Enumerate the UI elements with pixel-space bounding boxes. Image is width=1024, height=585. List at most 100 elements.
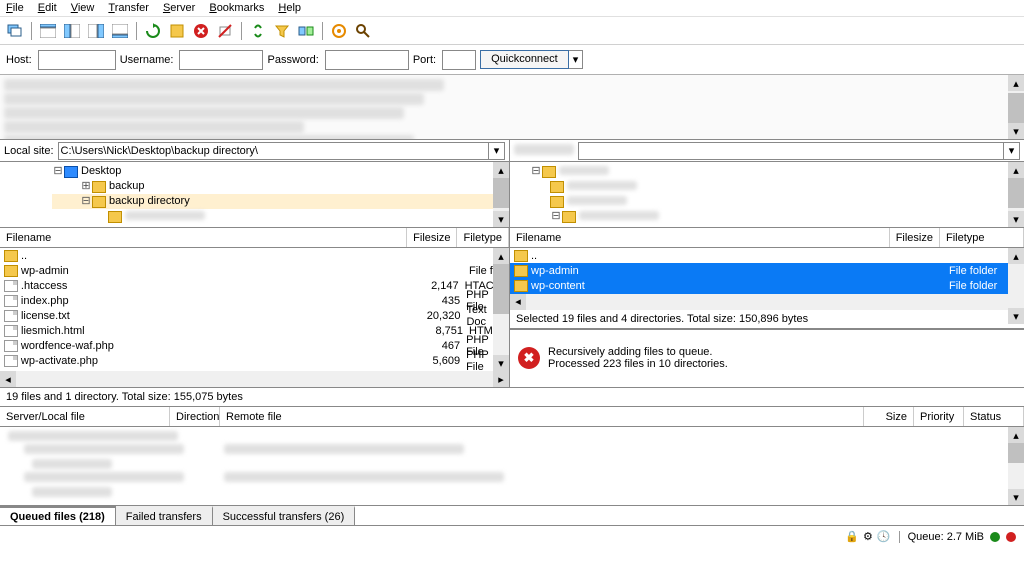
host-input[interactable] xyxy=(38,50,116,70)
toggle-log-icon[interactable] xyxy=(37,20,59,42)
toolbar xyxy=(0,17,1024,45)
cancel-icon[interactable] xyxy=(190,20,212,42)
queue-body[interactable]: ▴▾ xyxy=(0,427,1024,505)
local-site-input[interactable] xyxy=(58,142,489,160)
local-site-label: Local site: xyxy=(4,145,54,157)
col-direction[interactable]: Direction xyxy=(170,407,220,426)
tree-item-desktop[interactable]: Desktop xyxy=(81,164,121,179)
remote-site-input[interactable] xyxy=(578,142,1004,160)
message-log: ▴ ▾ xyxy=(0,75,1024,140)
remote-site-label xyxy=(514,144,574,155)
gear-icon: ⚙ xyxy=(863,530,873,543)
log-scrollbar[interactable]: ▴ ▾ xyxy=(1008,75,1024,139)
col-filename-r[interactable]: Filename xyxy=(510,228,890,247)
col-filename[interactable]: Filename xyxy=(0,228,407,247)
col-filesize-r[interactable]: Filesize xyxy=(890,228,940,247)
toggle-queue-icon[interactable] xyxy=(109,20,131,42)
col-status[interactable]: Status xyxy=(964,407,1024,426)
local-scroll-h[interactable]: ◂▸ xyxy=(0,371,509,387)
local-scroll-v[interactable]: ▴▾ xyxy=(493,248,509,371)
list-item[interactable]: .. xyxy=(0,248,509,263)
status-dot-green xyxy=(990,532,1000,542)
remote-site-dropdown[interactable]: ▾ xyxy=(1004,142,1020,160)
queue-scroll-v[interactable]: ▴▾ xyxy=(1008,427,1024,505)
list-item[interactable]: wp-adminFile folder xyxy=(510,263,1024,278)
host-label: Host: xyxy=(6,54,32,66)
local-tree[interactable]: ⊟Desktop ⊞backup ⊟backup directory ▴ ▾ xyxy=(0,162,509,227)
list-item[interactable]: license.txt20,320Text Doc xyxy=(0,308,509,323)
tree-item-backup[interactable]: backup xyxy=(109,179,144,194)
list-item[interactable]: wp-adminFile fold xyxy=(0,263,509,278)
col-filetype[interactable]: Filetype xyxy=(457,228,509,247)
toggle-remote-tree-icon[interactable] xyxy=(85,20,107,42)
process-queue-icon[interactable] xyxy=(166,20,188,42)
remote-selection-status: Selected 19 files and 4 directories. Tot… xyxy=(510,310,1024,329)
port-label: Port: xyxy=(413,54,436,66)
list-item[interactable]: wp-includesFile folder xyxy=(510,293,1024,294)
lock-icon: 🔒 xyxy=(845,530,859,543)
local-site-dropdown[interactable]: ▾ xyxy=(489,142,505,160)
quickconnect-bar: Host: Username: Password: Port: Quickcon… xyxy=(0,45,1024,75)
queue-header: Server/Local file Direction Remote file … xyxy=(0,407,1024,427)
remote-scroll-v[interactable]: ▴▾ xyxy=(1008,248,1024,324)
menu-transfer[interactable]: Transfer xyxy=(108,2,149,14)
tab-failed[interactable]: Failed transfers xyxy=(116,506,213,525)
col-filetype-r[interactable]: Filetype xyxy=(940,228,1024,247)
col-priority[interactable]: Priority xyxy=(914,407,964,426)
username-label: Username: xyxy=(120,54,174,66)
refresh-icon[interactable] xyxy=(142,20,164,42)
col-filesize[interactable]: Filesize xyxy=(407,228,457,247)
site-manager-icon[interactable] xyxy=(4,20,26,42)
filter-icon[interactable] xyxy=(271,20,293,42)
directory-trees: Local site: ▾ ⊟Desktop ⊞backup ⊟backup d… xyxy=(0,140,1024,228)
list-item[interactable]: wordfence-waf.php467PHP File xyxy=(0,338,509,353)
menu-bar: File Edit View Transfer Server Bookmarks… xyxy=(0,0,1024,17)
remote-tree-scrollbar[interactable]: ▴ ▾ xyxy=(1008,162,1024,227)
menu-help[interactable]: Help xyxy=(278,2,301,14)
username-input[interactable] xyxy=(179,50,263,70)
col-remote[interactable]: Remote file xyxy=(220,407,864,426)
queue-tabs: Queued files (218) Failed transfers Succ… xyxy=(0,505,1024,525)
list-item[interactable]: index.php435PHP File xyxy=(0,293,509,308)
local-tree-scrollbar[interactable]: ▴ ▾ xyxy=(493,162,509,227)
list-item[interactable]: wp-activate.php5,609PHP File xyxy=(0,353,509,368)
disconnect-icon[interactable] xyxy=(214,20,236,42)
remote-tree[interactable]: ⊟ ⊟ ▴ ▾ xyxy=(510,162,1024,227)
tree-item-backup-dir[interactable]: backup directory xyxy=(109,194,190,209)
remote-file-list[interactable]: Filename Filesize Filetype ..wp-adminFil… xyxy=(510,228,1024,387)
status-bar: 🔒 ⚙ 🕓 Queue: 2.7 MiB xyxy=(0,525,1024,547)
queue-msg-line1: Recursively adding files to queue. xyxy=(548,346,728,358)
port-input[interactable] xyxy=(442,50,476,70)
menu-bookmarks[interactable]: Bookmarks xyxy=(209,2,264,14)
list-item[interactable]: wp-contentFile folder xyxy=(510,278,1024,293)
remote-scroll-h[interactable]: ◂▸ xyxy=(510,294,1024,310)
quickconnect-button[interactable]: Quickconnect xyxy=(480,50,569,69)
list-item[interactable]: liesmich.html8,751HTML F xyxy=(0,323,509,338)
menu-view[interactable]: View xyxy=(71,2,95,14)
local-file-list[interactable]: Filename Filesize Filetype ..wp-adminFil… xyxy=(0,228,510,387)
clock-icon: 🕓 xyxy=(877,530,891,543)
col-server[interactable]: Server/Local file xyxy=(0,407,170,426)
menu-edit[interactable]: Edit xyxy=(38,2,57,14)
menu-file[interactable]: File xyxy=(6,2,24,14)
list-item[interactable]: .. xyxy=(510,248,1024,263)
file-lists: Filename Filesize Filetype ..wp-adminFil… xyxy=(0,228,1024,388)
col-size[interactable]: Size xyxy=(864,407,914,426)
search-icon[interactable] xyxy=(352,20,374,42)
compare-icon[interactable] xyxy=(295,20,317,42)
list-item[interactable]: .htaccess2,147HTACCE xyxy=(0,278,509,293)
quickconnect-dropdown[interactable]: ▾ xyxy=(569,50,584,69)
queue-size: Queue: 2.7 MiB xyxy=(899,531,984,543)
tab-queued[interactable]: Queued files (218) xyxy=(0,506,116,525)
password-input[interactable] xyxy=(325,50,409,70)
sync-browse-icon[interactable] xyxy=(328,20,350,42)
tab-successful[interactable]: Successful transfers (26) xyxy=(213,506,356,525)
password-label: Password: xyxy=(267,54,318,66)
local-selection-status: 19 files and 1 directory. Total size: 15… xyxy=(0,388,1024,407)
menu-server[interactable]: Server xyxy=(163,2,195,14)
toggle-tree-icon[interactable] xyxy=(61,20,83,42)
queue-msg-line2: Processed 223 files in 10 directories. xyxy=(548,358,728,370)
status-dot-red xyxy=(1006,532,1016,542)
reconnect-icon[interactable] xyxy=(247,20,269,42)
remote-queue-message: ✖ Recursively adding files to queue. Pro… xyxy=(510,329,1024,388)
